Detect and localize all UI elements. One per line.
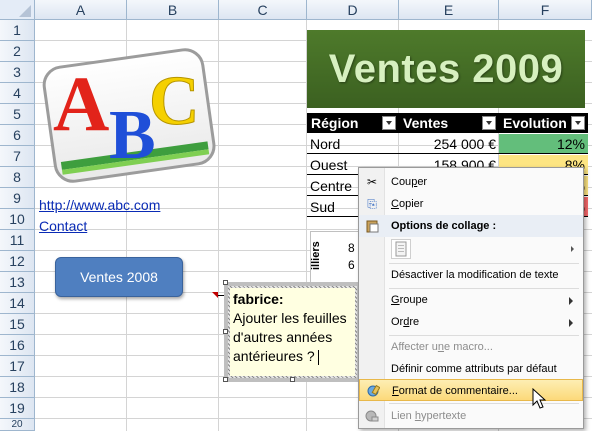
menu-item-definir-attributs[interactable]: Définir comme attributs par défaut	[359, 358, 583, 380]
menu-item-desactiver-modification[interactable]: Désactiver la modification de texte	[359, 264, 583, 286]
svg-text:C: C	[149, 63, 200, 140]
mouse-cursor-icon	[532, 387, 547, 413]
menu-item-couper[interactable]: ✂ Couper	[359, 171, 583, 193]
row-header-18[interactable]: 18	[0, 377, 35, 398]
copy-icon: ⎘	[367, 197, 377, 211]
column-header-c[interactable]: C	[219, 0, 307, 20]
ventes-2009-banner[interactable]: Ventes 2009	[307, 30, 585, 108]
hyperlink-icon	[365, 409, 379, 423]
menu-item-format-commentaire[interactable]: Format de commentaire...	[359, 379, 583, 401]
table-header-region: Région	[307, 113, 399, 133]
row-header-13[interactable]: 13	[0, 272, 35, 293]
row-header-9[interactable]: 9	[0, 188, 35, 209]
row-header-11[interactable]: 11	[0, 230, 35, 251]
row-header-1[interactable]: 1	[0, 20, 35, 41]
menu-item-groupe[interactable]: Groupe	[359, 289, 583, 311]
comment-line: antérieures ?	[233, 347, 352, 366]
chart-tick-label: 6	[348, 258, 355, 272]
chart-tick-label: 8	[348, 241, 355, 255]
row-header-2[interactable]: 2	[0, 41, 35, 62]
row-header-6[interactable]: 6	[0, 125, 35, 146]
row-header-8[interactable]: 8	[0, 167, 35, 188]
comment-box[interactable]: fabrice: Ajouter les feuilles d'autres a…	[230, 288, 355, 376]
resize-handle[interactable]	[223, 377, 228, 382]
row-header-15[interactable]: 15	[0, 314, 35, 335]
row-header-20[interactable]: 20	[0, 419, 35, 431]
row-header-16[interactable]: 16	[0, 335, 35, 356]
cell-ventes[interactable]: 254 000 €	[399, 134, 499, 154]
ventes-2008-button[interactable]: Ventes 2008	[55, 257, 183, 297]
filter-dropdown-icon[interactable]	[382, 116, 396, 130]
table-header-evolution: Evolution	[499, 113, 588, 133]
row-header-10[interactable]: 10	[0, 209, 35, 230]
filter-dropdown-icon[interactable]	[482, 116, 496, 130]
format-shape-icon	[366, 384, 381, 398]
resize-handle[interactable]	[223, 329, 228, 334]
paste-options-icon	[365, 219, 379, 233]
comment-line: d'autres années	[233, 329, 333, 345]
menu-header-options-collage: Options de collage :	[359, 215, 583, 237]
scissors-icon: ✂	[366, 175, 378, 189]
column-header-f[interactable]: F	[499, 0, 592, 20]
resize-handle[interactable]	[290, 377, 295, 382]
column-header-b[interactable]: B	[127, 0, 219, 20]
paste-icon	[395, 241, 407, 257]
submenu-arrow-icon	[569, 297, 573, 305]
menu-item-ordre[interactable]: Ordre	[359, 311, 583, 333]
paste-option-button[interactable]	[391, 239, 411, 259]
chart-axis-title: illiers	[310, 241, 322, 270]
website-link[interactable]: http://www.abc.com	[39, 197, 160, 213]
resize-handle[interactable]	[223, 280, 228, 285]
column-header-d[interactable]: D	[307, 0, 399, 20]
abc-logo[interactable]: A B C	[39, 40, 219, 190]
row-header-7[interactable]: 7	[0, 146, 35, 167]
svg-text:A: A	[53, 60, 109, 147]
table-header-ventes: Ventes	[399, 113, 499, 133]
row-header-19[interactable]: 19	[0, 398, 35, 419]
cell-evolution[interactable]: 12%	[499, 134, 588, 154]
contact-link[interactable]: Contact	[39, 218, 87, 234]
select-all-triangle-icon	[19, 5, 31, 17]
row-header-5[interactable]: 5	[0, 104, 35, 125]
comment-line: Ajouter les feuilles	[233, 310, 347, 326]
row-header-17[interactable]: 17	[0, 356, 35, 377]
context-menu: ✂ Couper ⎘ Copier Options de collage : D…	[358, 167, 584, 429]
row-header-12[interactable]: 12	[0, 251, 35, 272]
menu-item-copier[interactable]: ⎘ Copier	[359, 193, 583, 215]
column-header-a[interactable]: A	[35, 0, 127, 20]
menu-item-lien-hypertexte[interactable]: Lien hypertexte	[359, 405, 583, 427]
column-header-e[interactable]: E	[399, 0, 499, 20]
menu-item-affecter-macro[interactable]: Affecter une macro...	[359, 336, 583, 358]
abc-logo-graphic: A B C	[42, 48, 216, 183]
menu-separator	[389, 403, 579, 404]
row-header-4[interactable]: 4	[0, 83, 35, 104]
chevron-right-icon	[571, 246, 574, 252]
row-header-14[interactable]: 14	[0, 293, 35, 314]
comment-author: fabrice:	[233, 291, 284, 307]
row-header-3[interactable]: 3	[0, 62, 35, 83]
submenu-arrow-icon	[569, 319, 573, 327]
cell-region[interactable]: Nord	[307, 134, 399, 154]
filter-dropdown-icon[interactable]	[571, 116, 585, 130]
